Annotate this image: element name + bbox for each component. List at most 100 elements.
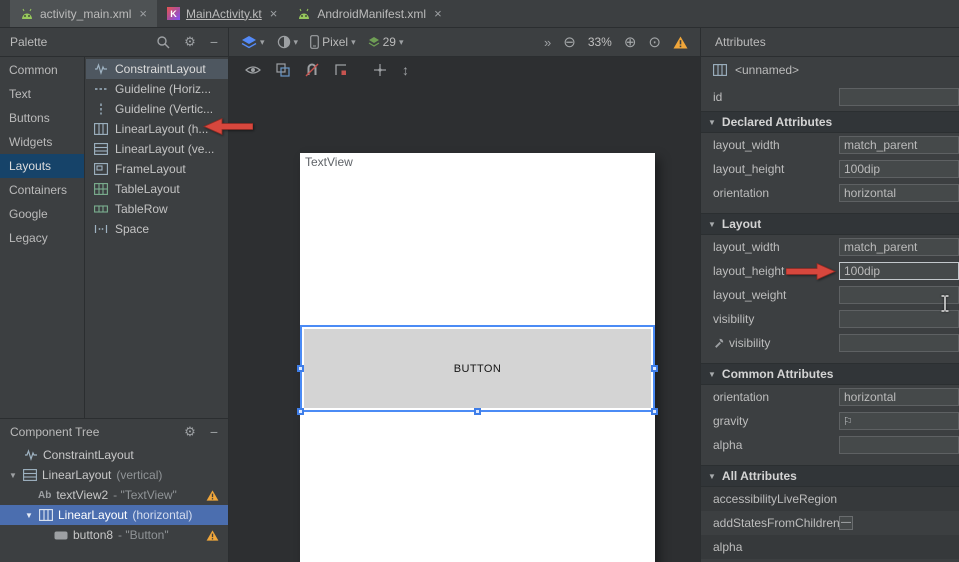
tree-node-textview2[interactable]: Ab textView2 - "TextView" (0, 485, 228, 505)
linearlayout-horizontal-icon (713, 64, 727, 76)
gravity-input[interactable]: ⚐ (839, 412, 959, 430)
close-icon[interactable]: × (270, 7, 278, 20)
resize-handle-bottom-left[interactable] (297, 408, 304, 415)
attribute-row: layout_weight (701, 283, 959, 307)
collapse-icon: ▼ (708, 118, 716, 127)
indeterminate-checkbox[interactable]: — (839, 516, 853, 530)
zoom-out-button[interactable]: ⊖ (563, 35, 576, 50)
tools-visibility-input[interactable] (839, 334, 959, 352)
tab-label: MainActivity.kt (186, 7, 262, 21)
palette-item-framelayout[interactable]: FrameLayout (86, 159, 228, 179)
layout-width-input[interactable] (839, 136, 959, 154)
id-input[interactable] (839, 88, 959, 106)
resize-handle-left[interactable] (297, 365, 304, 372)
theme-button[interactable]: ▾ (277, 35, 299, 49)
default-margins-icon[interactable] (334, 63, 348, 77)
palette-category-containers[interactable]: Containers (0, 178, 84, 202)
resize-handle-bottom[interactable] (474, 408, 481, 415)
canvas-attributes-divider[interactable] (700, 28, 701, 562)
resize-handle-right[interactable] (651, 365, 658, 372)
section-common-attributes[interactable]: ▼ Common Attributes (701, 363, 959, 385)
resize-handle-bottom-right[interactable] (651, 408, 658, 415)
layout-height-input[interactable] (839, 160, 959, 178)
expand-vertical-icon[interactable]: ↕ (402, 62, 409, 78)
attribute-row-gravity: gravity ⚐ (701, 409, 959, 433)
theme-icon (277, 35, 291, 49)
palette-item-tablerow[interactable]: TableRow (86, 199, 228, 219)
palette-canvas-divider[interactable] (228, 28, 229, 562)
palette-categories: Common Text Buttons Widgets Layouts Cont… (0, 57, 85, 418)
expand-arrow-icon[interactable]: ▼ (24, 511, 34, 520)
tree-node-button8[interactable]: button8 - "Button" (0, 525, 228, 545)
guideline-horizontal-icon (94, 83, 108, 95)
palette-category-widgets[interactable]: Widgets (0, 130, 84, 154)
warnings-button[interactable] (673, 36, 688, 49)
palette-item-linearlayout-vertical[interactable]: LinearLayout (ve... (86, 139, 228, 159)
palette-item-guideline-vertical[interactable]: Guideline (Vertic... (86, 99, 228, 119)
tree-node-linearlayout-vertical[interactable]: ▼ LinearLayout (vertical) (0, 465, 228, 485)
tree-node-linearlayout-horizontal[interactable]: ▼ LinearLayout (horizontal) (0, 505, 228, 525)
layout-width-input[interactable] (839, 238, 959, 256)
design-surface: ↕ TextView BUTTON (229, 57, 700, 562)
zoom-in-button[interactable]: ⊕ (624, 35, 637, 50)
section-layout[interactable]: ▼ Layout (701, 213, 959, 235)
tab-activity-main-xml[interactable]: activity_main.xml × (10, 0, 157, 27)
palette-category-layouts[interactable]: Layouts (0, 154, 84, 178)
canvas-button[interactable]: BUTTON (304, 329, 651, 408)
hide-panel-icon[interactable]: − (210, 424, 218, 440)
view-options-eye-icon[interactable] (245, 64, 261, 76)
attribute-row: orientation (701, 181, 959, 205)
attribute-row: orientation (701, 385, 959, 409)
toolbar-overflow-button[interactable]: » (544, 35, 551, 50)
attribute-row[interactable]: accessibilityLiveRegion (701, 487, 959, 511)
orientation-input[interactable] (839, 184, 959, 202)
autoconnect-off-magnet-icon[interactable] (305, 63, 319, 77)
canvas-textview[interactable]: TextView (305, 155, 353, 169)
palette-category-text[interactable]: Text (0, 82, 84, 106)
close-icon[interactable]: × (139, 7, 147, 20)
layout-height-input[interactable] (839, 262, 959, 280)
palette-item-space[interactable]: Space (86, 219, 228, 239)
component-name: <unnamed> (735, 63, 799, 77)
alpha-input[interactable] (839, 436, 959, 454)
expand-arrow-icon[interactable]: ▼ (8, 471, 18, 480)
attribute-row-addstates[interactable]: addStatesFromChildren — (701, 511, 959, 535)
tab-mainactivity-kt[interactable]: K MainActivity.kt × (157, 0, 287, 27)
chevron-down-icon: ▾ (351, 37, 356, 48)
pan-icon[interactable] (373, 63, 387, 77)
device-screen[interactable]: TextView BUTTON (300, 153, 655, 562)
palette-category-google[interactable]: Google (0, 202, 84, 226)
palette-item-tablelayout[interactable]: TableLayout (86, 179, 228, 199)
constraintlayout-icon (94, 63, 108, 75)
orientation-input[interactable] (839, 388, 959, 406)
attribute-row[interactable]: alpha (701, 535, 959, 559)
palette-item-guideline-horizontal[interactable]: Guideline (Horiz... (86, 79, 228, 99)
palette-category-common[interactable]: Common (0, 58, 84, 82)
section-all-attributes[interactable]: ▼ All Attributes (701, 465, 959, 487)
palette-category-buttons[interactable]: Buttons (0, 106, 84, 130)
gear-icon[interactable]: ⚙ (184, 34, 196, 50)
collapse-icon: ▼ (708, 472, 716, 481)
visibility-input[interactable] (839, 310, 959, 328)
close-icon[interactable]: × (434, 7, 442, 20)
zoom-to-fit-button[interactable]: ⊙ (648, 35, 661, 50)
device-selector[interactable]: Pixel ▾ (310, 35, 356, 49)
tab-androidmanifest-xml[interactable]: AndroidManifest.xml × (287, 0, 451, 27)
palette-item-constraintlayout[interactable]: ConstraintLayout (86, 59, 228, 79)
section-declared-attributes[interactable]: ▼ Declared Attributes (701, 111, 959, 133)
design-surface-mode-button[interactable]: ▾ (241, 35, 265, 49)
selected-linearlayout[interactable]: BUTTON (300, 325, 655, 412)
palette-component-list: ConstraintLayout Guideline (Horiz... Gui… (86, 57, 228, 418)
hide-panel-icon[interactable]: − (210, 34, 218, 50)
palette-category-legacy[interactable]: Legacy (0, 226, 84, 250)
attribute-row: alpha (701, 433, 959, 457)
space-icon (94, 223, 108, 235)
tree-node-constraintlayout[interactable]: ConstraintLayout (0, 445, 228, 465)
android-file-icon (297, 8, 311, 20)
blueprint-mode-icon[interactable] (276, 63, 290, 77)
api-level-selector[interactable]: 29 ▾ (368, 35, 404, 49)
chevron-down-icon: ▾ (260, 37, 265, 48)
tablerow-icon (94, 203, 108, 215)
search-icon[interactable] (156, 35, 170, 49)
gear-icon[interactable]: ⚙ (184, 424, 196, 440)
